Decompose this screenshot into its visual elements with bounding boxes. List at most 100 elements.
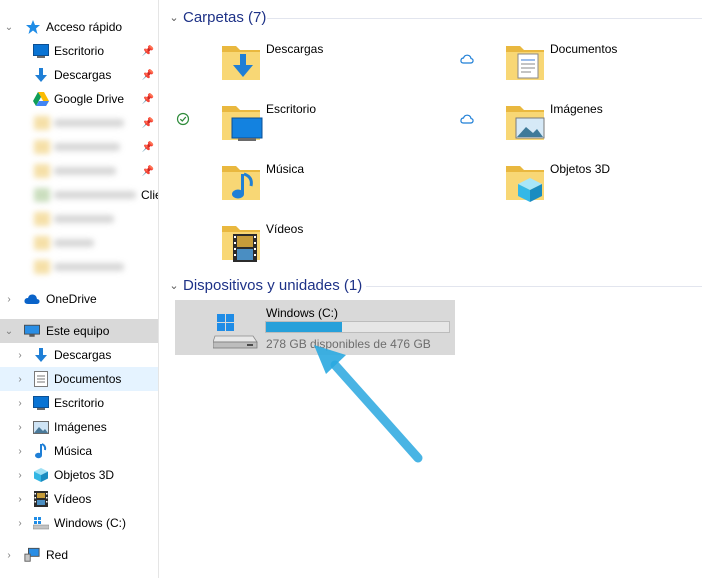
nav-pinned-label: Escritorio: [54, 44, 105, 58]
drive-usage-fill: [266, 322, 343, 332]
nav-network-label: Red: [46, 548, 69, 562]
folder-label: Vídeos: [266, 222, 304, 236]
cloud-icon: [24, 291, 40, 307]
nav-this-pc-label: Este equipo: [46, 324, 110, 338]
star-icon: [25, 19, 41, 35]
chevron-down-icon[interactable]: ⌄: [168, 11, 180, 24]
cloud-status-icon: [460, 112, 474, 126]
nav-pc-item-label: Descargas: [54, 348, 112, 362]
blurred-nav-item[interactable]: [34, 186, 142, 204]
chevron-down-icon[interactable]: ⌄: [4, 22, 14, 33]
nav-pc-videos[interactable]: › Vídeos: [0, 487, 158, 511]
pin-icon[interactable]: 📌: [142, 166, 154, 177]
downloads-folder-icon: [220, 40, 264, 84]
computer-icon: [24, 323, 40, 339]
chevron-right-icon[interactable]: ›: [15, 398, 25, 409]
blurred-nav-item[interactable]: [34, 210, 134, 228]
content-pane: ⌄ Carpetas (7) Descargas Documentos Escr…: [160, 0, 709, 578]
pin-icon[interactable]: 📌: [142, 142, 154, 153]
pin-icon[interactable]: 📌: [142, 118, 154, 129]
chevron-right-icon[interactable]: ›: [15, 446, 25, 457]
nav-pc-item-label: Música: [54, 444, 93, 458]
nav-pc-windows-c[interactable]: › Windows (C:): [0, 511, 158, 535]
desktop-icon: [33, 395, 49, 411]
folder-tile-escritorio[interactable]: Escritorio: [160, 98, 410, 154]
nav-pinned-google-drive[interactable]: Google Drive 📌: [0, 87, 158, 111]
chevron-right-icon[interactable]: ›: [15, 494, 25, 505]
drive-tile-windows-c[interactable]: Windows (C:) 278 GB disponibles de 476 G…: [175, 300, 455, 355]
pin-icon[interactable]: 📌: [142, 70, 154, 81]
folder-label: Documentos: [550, 42, 618, 56]
windows-drive-icon: [212, 314, 259, 350]
chevron-down-icon[interactable]: ⌄: [4, 326, 14, 337]
desktop-folder-icon: [220, 100, 264, 144]
chevron-right-icon[interactable]: ›: [4, 550, 14, 561]
pictures-folder-icon: [504, 100, 548, 144]
truncated-nav-label: Clie: [141, 188, 158, 202]
folder-tile-videos[interactable]: Vídeos: [160, 218, 410, 274]
pictures-icon: [33, 419, 49, 435]
chevron-down-icon[interactable]: ⌄: [168, 279, 180, 292]
documents-folder-icon: [504, 40, 548, 84]
chevron-right-icon[interactable]: ›: [15, 374, 25, 385]
drive-icon: [33, 515, 49, 531]
nav-pc-item-label: Escritorio: [54, 396, 105, 410]
nav-quick-access[interactable]: ⌄ Acceso rápido: [0, 15, 158, 39]
chevron-right-icon[interactable]: ›: [15, 422, 25, 433]
blurred-nav-item[interactable]: [34, 234, 134, 252]
folder-tile-imagenes[interactable]: Imágenes: [444, 98, 694, 154]
nav-pc-descargas[interactable]: › Descargas: [0, 343, 158, 367]
nav-onedrive[interactable]: › OneDrive: [0, 287, 158, 311]
pin-icon[interactable]: 📌: [142, 94, 154, 105]
music-icon: [33, 443, 49, 459]
blurred-nav-item[interactable]: [34, 114, 134, 132]
cloud-status-icon: [460, 52, 474, 66]
3d-objects-icon: [33, 467, 49, 483]
folder-tile-descargas[interactable]: Descargas: [160, 38, 410, 94]
music-folder-icon: [220, 160, 264, 204]
pin-icon[interactable]: 📌: [142, 46, 154, 57]
drive-free-space: 278 GB disponibles de 476 GB: [266, 337, 431, 351]
nav-onedrive-label: OneDrive: [46, 292, 97, 306]
drive-usage-bar: [265, 321, 450, 333]
nav-this-pc[interactable]: ⌄ Este equipo: [0, 319, 158, 343]
videos-icon: [33, 491, 49, 507]
devices-group-title: Dispositivos y unidades (1): [183, 277, 363, 294]
nav-pinned-label: Descargas: [54, 68, 112, 82]
devices-group-header[interactable]: ⌄ Dispositivos y unidades (1): [168, 277, 362, 294]
nav-pc-objetos-3d[interactable]: › Objetos 3D: [0, 463, 158, 487]
documents-icon: [33, 371, 49, 387]
desktop-icon: [33, 43, 49, 59]
drive-name: Windows (C:): [266, 306, 339, 320]
nav-pinned-descargas[interactable]: Descargas 📌: [0, 63, 158, 87]
chevron-right-icon[interactable]: ›: [4, 294, 14, 305]
nav-pc-item-label: Vídeos: [54, 492, 92, 506]
folder-tile-musica[interactable]: Música: [160, 158, 410, 214]
chevron-right-icon[interactable]: ›: [15, 518, 25, 529]
nav-pc-musica[interactable]: › Música: [0, 439, 158, 463]
nav-pc-escritorio[interactable]: › Escritorio: [0, 391, 158, 415]
navigation-pane: ⌄ Acceso rápido Escritorio 📌 Descargas 📌…: [0, 0, 159, 578]
nav-network[interactable]: › Red: [0, 543, 158, 567]
network-icon: [24, 547, 40, 563]
folder-label: Objetos 3D: [550, 162, 611, 176]
group-divider: [267, 18, 702, 19]
group-divider: [366, 286, 702, 287]
blurred-nav-item[interactable]: [34, 138, 134, 156]
folders-group-header[interactable]: ⌄ Carpetas (7): [168, 9, 266, 26]
downloads-icon: [33, 347, 49, 363]
nav-quick-access-label: Acceso rápido: [46, 20, 123, 34]
nav-pc-imagenes[interactable]: › Imágenes: [0, 415, 158, 439]
chevron-right-icon[interactable]: ›: [15, 470, 25, 481]
3d-objects-folder-icon: [504, 160, 548, 204]
chevron-right-icon[interactable]: ›: [15, 350, 25, 361]
synced-check-icon: [176, 112, 190, 126]
folder-tile-documentos[interactable]: Documentos: [444, 38, 694, 94]
blurred-nav-item[interactable]: [34, 162, 134, 180]
nav-pinned-escritorio[interactable]: Escritorio 📌: [0, 39, 158, 63]
blurred-nav-item[interactable]: [34, 258, 134, 276]
folder-tile-objetos-3d[interactable]: Objetos 3D: [444, 158, 694, 214]
folder-label: Descargas: [266, 42, 324, 56]
nav-pc-documentos[interactable]: › Documentos: [0, 367, 158, 391]
nav-pc-item-label: Documentos: [54, 372, 122, 386]
